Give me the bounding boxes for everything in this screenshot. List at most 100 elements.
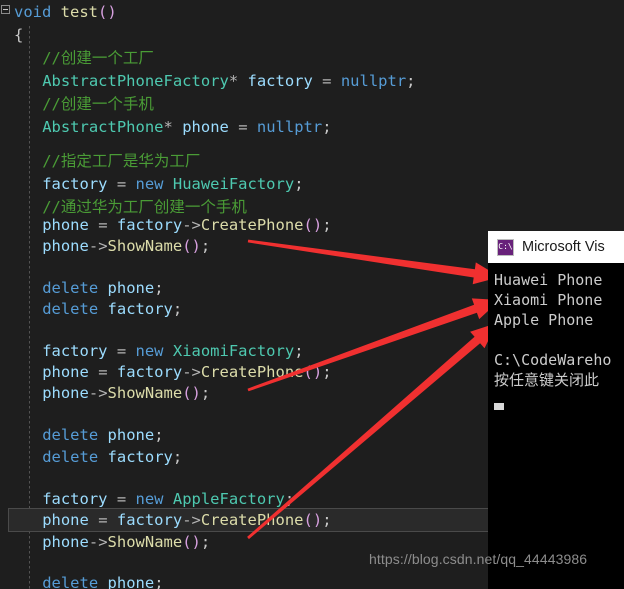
code-token: ; <box>172 448 183 466</box>
screenshot-root: void test(){//创建一个工厂 AbstractPhoneFactory… <box>0 0 624 589</box>
code-line[interactable]: AbstractPhone* phone = nullptr; <box>42 116 331 139</box>
code-token: CreatePhone <box>200 511 304 529</box>
code-token: CreatePhone <box>200 216 304 234</box>
code-token: phone <box>42 533 89 551</box>
console-window[interactable]: C:\ Microsoft Vis Huawei Phone Xiaomi Pho… <box>488 231 624 589</box>
code-token: ; <box>200 533 211 551</box>
code-line[interactable]: delete phone; <box>42 277 163 300</box>
code-token: phone <box>42 511 89 529</box>
console-titlebar[interactable]: C:\ Microsoft Vis <box>488 231 624 263</box>
console-line: Huawei Phone <box>494 271 603 289</box>
code-token: -> <box>182 363 201 381</box>
code-token: ShowName <box>107 237 183 255</box>
code-line[interactable]: phone->ShowName(); <box>42 235 210 258</box>
code-token: ; <box>200 384 211 402</box>
code-token: nullptr <box>340 72 407 90</box>
code-token: nullptr <box>256 118 323 136</box>
code-token: //指定工厂是华为工厂 <box>42 152 201 170</box>
code-token: ; <box>322 511 332 529</box>
code-token: factory <box>116 363 183 381</box>
code-line[interactable]: //创建一个手机 <box>42 93 154 116</box>
code-line[interactable]: delete factory; <box>42 298 182 321</box>
code-token: () <box>182 533 201 551</box>
code-token: factory <box>107 448 173 466</box>
code-line[interactable]: factory = new AppleFactory; <box>42 488 294 511</box>
code-fold-toggle[interactable] <box>1 5 10 14</box>
code-token: //创建一个手机 <box>42 95 154 113</box>
code-token: { <box>14 26 24 44</box>
code-token: * <box>163 118 173 136</box>
code-token: AbstractPhone <box>42 118 164 136</box>
code-token: CreatePhone <box>200 363 304 381</box>
code-token: = <box>88 511 117 529</box>
code-token: XiaomiFactory <box>172 342 295 360</box>
code-token: factory <box>116 216 183 234</box>
code-token: factory <box>42 175 108 193</box>
console-window-icon: C:\ <box>497 238 514 256</box>
console-lines-container: Huawei Phone Xiaomi Phone Apple Phone C:\Co… <box>494 270 624 390</box>
code-token: new <box>135 175 164 193</box>
code-token: () <box>303 363 323 381</box>
code-line[interactable]: AbstractPhoneFactory* factory = nullptr; <box>42 70 415 93</box>
code-token: ; <box>172 300 183 318</box>
code-token: () <box>182 237 201 255</box>
code-token: () <box>182 384 201 402</box>
code-line[interactable]: factory = new HuaweiFactory; <box>42 173 303 196</box>
code-token: = <box>88 216 117 234</box>
code-token: -> <box>182 216 201 234</box>
code-line[interactable]: phone->ShowName(); <box>42 382 210 405</box>
console-cursor <box>494 403 504 410</box>
code-line[interactable]: delete phone; <box>42 424 163 447</box>
console-output[interactable]: Huawei Phone Xiaomi Phone Apple Phone C:\Co… <box>488 263 624 589</box>
code-token: = <box>88 363 117 381</box>
code-line[interactable]: { <box>14 24 23 47</box>
indent-guide <box>29 26 30 589</box>
code-token: = <box>107 175 136 193</box>
code-token: () <box>98 3 117 21</box>
code-line[interactable]: phone->ShowName(); <box>42 531 210 554</box>
code-token: ; <box>284 490 295 508</box>
code-token: delete <box>42 448 99 466</box>
code-token: phone <box>42 216 89 234</box>
code-token: factory <box>116 511 183 529</box>
code-token: = <box>107 342 136 360</box>
code-line[interactable]: delete factory; <box>42 446 182 469</box>
code-token: delete <box>42 279 99 297</box>
code-token: ; <box>294 342 304 360</box>
console-line: 按任意键关闭此 <box>494 371 600 389</box>
code-line[interactable]: factory = new XiaomiFactory; <box>42 340 303 363</box>
code-token: new <box>135 490 164 508</box>
console-line: C:\CodeWareho <box>494 351 612 369</box>
code-token: phone <box>42 237 89 255</box>
code-token: AbstractPhoneFactory <box>42 72 229 90</box>
code-token: factory <box>107 300 173 318</box>
code-token: phone <box>107 279 155 297</box>
code-token: HuaweiFactory <box>172 175 295 193</box>
console-title: Microsoft Vis <box>522 239 605 255</box>
code-token: delete <box>42 574 99 589</box>
code-token: factory <box>42 342 108 360</box>
code-token: -> <box>88 237 108 255</box>
code-token: phone <box>42 363 89 381</box>
code-token: delete <box>42 300 99 318</box>
code-line[interactable]: phone = factory->CreatePhone(); <box>42 214 331 237</box>
code-line[interactable]: //指定工厂是华为工厂 <box>42 150 200 173</box>
code-line[interactable]: //创建一个工厂 <box>42 47 154 70</box>
code-line[interactable]: phone = factory->CreatePhone(); <box>42 509 331 532</box>
code-line[interactable]: phone = factory->CreatePhone(); <box>42 361 331 384</box>
code-token: ; <box>154 426 164 444</box>
code-token: factory <box>42 490 108 508</box>
code-line[interactable]: delete phone; <box>42 572 163 589</box>
code-line[interactable]: void test() <box>14 1 117 24</box>
console-line: Apple Phone <box>494 311 594 329</box>
code-token: ; <box>322 363 332 381</box>
code-token: ; <box>200 237 211 255</box>
